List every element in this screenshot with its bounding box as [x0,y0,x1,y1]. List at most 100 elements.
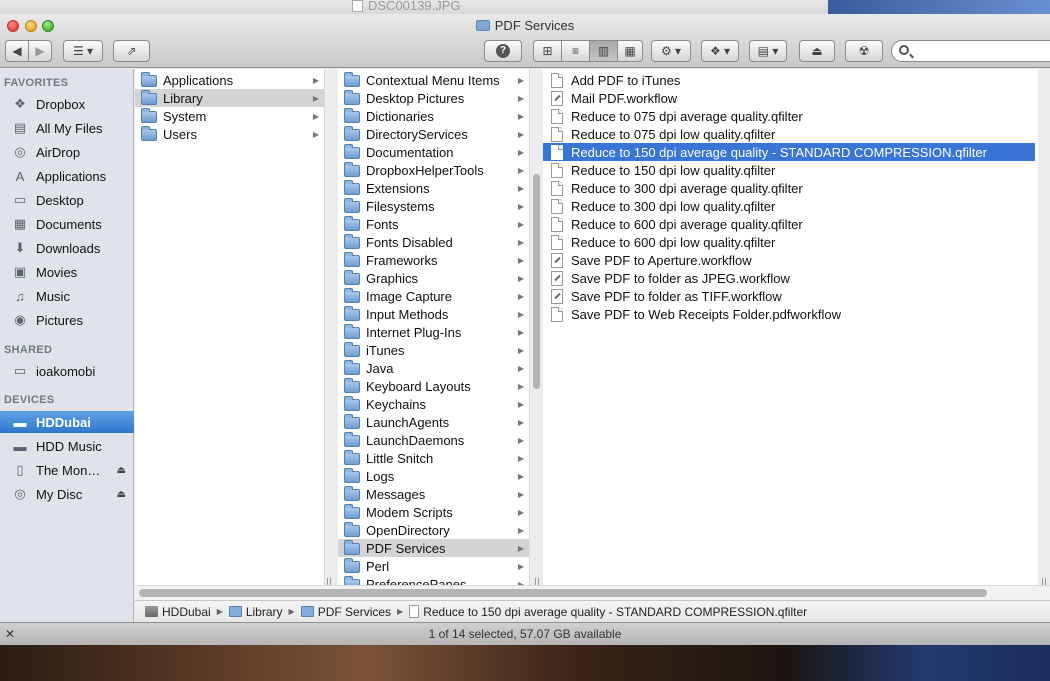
breadcrumb-library[interactable]: Library [228,605,283,619]
list-view-button[interactable]: ≡ [561,40,590,62]
arrange-menu-button[interactable]: ☰ ▾ [63,40,103,62]
list-item[interactable]: DirectoryServices ▶ [338,125,529,143]
list-item[interactable]: Extensions ▶ [338,179,529,197]
folder-icon [344,360,360,375]
share-button[interactable]: ⇗ [113,40,150,62]
disclosure-arrow-icon: ▶ [517,561,524,571]
sidebar-item-movies[interactable]: ▣ Movies [0,261,134,283]
column-3: Add PDF to iTunes Mail PDF.workflow Reduce… [543,69,1038,599]
search-field[interactable] [891,40,1050,62]
horizontal-scrollbar-thumb[interactable] [139,589,987,597]
list-item[interactable]: Filesystems ▶ [338,197,529,215]
eject-button[interactable]: ⏏ [799,40,835,62]
hard-disk-icon: ▬ [13,438,27,454]
list-item[interactable]: Library ▶ [135,89,324,107]
list-item[interactable]: Add PDF to iTunes [543,71,1035,89]
list-item[interactable]: LaunchDaemons ▶ [338,431,529,449]
list-item[interactable]: Reduce to 150 dpi average quality - STAN… [543,143,1035,161]
column-view-button[interactable]: ▥ [589,40,618,62]
eject-icon[interactable]: ⏏ [117,489,126,500]
sidebar-item-music[interactable]: ♫ Music [0,285,134,307]
sidebar-item-ioakomobi[interactable]: ▭ ioakomobi [0,360,134,382]
sidebar-item-pictures[interactable]: ◉ Pictures [0,309,134,331]
list-item[interactable]: Frameworks ▶ [338,251,529,269]
column-view-icon: ▥ [597,44,610,58]
item-label: Reduce to 300 dpi low quality.qfilter [571,198,776,214]
disclosure-arrow-icon: ▶ [517,147,524,157]
sidebar-item-the-mon[interactable]: ▯ The Mon… ⏏ [0,459,134,481]
sidebar-item-applications[interactable]: A Applications [0,165,134,187]
list-item[interactable]: Reduce to 075 dpi average quality.qfilte… [543,107,1035,125]
back-button[interactable]: ◀ [5,40,29,62]
sidebar-item-hdd-music[interactable]: ▬ HDD Music [0,435,134,457]
horizontal-scrollbar[interactable] [135,585,1050,600]
list-item[interactable]: Image Capture ▶ [338,287,529,305]
list-item[interactable]: LaunchAgents ▶ [338,413,529,431]
list-item[interactable]: Dictionaries ▶ [338,107,529,125]
list-item[interactable]: OpenDirectory ▶ [338,521,529,539]
list-item[interactable]: Fonts ▶ [338,215,529,233]
breadcrumb-pdf-services[interactable]: PDF Services [300,605,391,619]
list-item[interactable]: Internet Plug-Ins ▶ [338,323,529,341]
sidebar-item-downloads[interactable]: ⬇ Downloads [0,237,134,259]
icon-view-button[interactable]: ⊞ [533,40,562,62]
arrange-grid-button[interactable]: ▤ ▾ [749,40,787,62]
list-item[interactable]: PDF Services ▶ [338,539,529,557]
list-item[interactable]: Desktop Pictures ▶ [338,89,529,107]
list-item[interactable]: Save PDF to Aperture.workflow [543,251,1035,269]
action-menu-button[interactable]: ⚙ ▾ [651,40,691,62]
list-item[interactable]: Mail PDF.workflow [543,89,1035,107]
list-item[interactable]: DropboxHelperTools ▶ [338,161,529,179]
breadcrumb-hddubai[interactable]: HDDubai [145,605,211,619]
sidebar-item-all-my-files[interactable]: ▤ All My Files [0,117,134,139]
sidebar-item-hddubai[interactable]: ▬ HDDubai [0,411,134,433]
list-item[interactable]: Keyboard Layouts ▶ [338,377,529,395]
sidebar-item-documents[interactable]: ▦ Documents [0,213,134,235]
list-item[interactable]: Reduce to 150 dpi low quality.qfilter [543,161,1035,179]
chevron-right-icon: ▶ [216,607,223,616]
list-item[interactable]: iTunes ▶ [338,341,529,359]
sidebar-item-dropbox[interactable]: ❖ Dropbox [0,93,134,115]
list-item[interactable]: Modem Scripts ▶ [338,503,529,521]
list-item[interactable]: Reduce to 300 dpi low quality.qfilter [543,197,1035,215]
sidebar-item-label: Downloads [36,240,101,256]
list-item[interactable]: Java ▶ [338,359,529,377]
sidebar-item-my-disc[interactable]: ◎ My Disc ⏏ [0,483,134,505]
list-item[interactable]: Keychains ▶ [338,395,529,413]
list-item[interactable]: Save PDF to folder as JPEG.workflow [543,269,1035,287]
list-item[interactable]: Reduce to 300 dpi average quality.qfilte… [543,179,1035,197]
list-item[interactable]: Reduce to 600 dpi low quality.qfilter [543,233,1035,251]
list-item[interactable]: Documentation ▶ [338,143,529,161]
list-item[interactable]: Save PDF to Web Receipts Folder.pdfworkf… [543,305,1035,323]
list-item[interactable]: Messages ▶ [338,485,529,503]
sidebar-item-airdrop[interactable]: ◎ AirDrop [0,141,134,163]
list-item[interactable]: Input Methods ▶ [338,305,529,323]
list-item[interactable]: Contextual Menu Items ▶ [338,71,529,89]
list-item[interactable]: Little Snitch ▶ [338,449,529,467]
list-item[interactable]: Logs ▶ [338,467,529,485]
list-item[interactable]: Users ▶ [135,125,324,143]
help-button[interactable]: ? [484,40,522,62]
burn-button[interactable]: ☢ [845,40,883,62]
sidebar-item-desktop[interactable]: ▭ Desktop [0,189,134,211]
chevron-right-icon: ▶ [397,607,404,616]
column-2-scrollbar[interactable] [533,174,540,389]
workflow-icon [551,270,563,286]
list-item[interactable]: Graphics ▶ [338,269,529,287]
disclosure-arrow-icon: ▶ [517,327,524,337]
list-item[interactable]: Save PDF to folder as TIFF.workflow [543,287,1035,305]
forward-button[interactable]: ▶ [28,40,52,62]
dropbox-menu-button[interactable]: ❖ ▾ [701,40,739,62]
eject-icon[interactable]: ⏏ [117,465,126,476]
coverflow-view-button[interactable]: ▦ [617,40,643,62]
breadcrumb-selected-file[interactable]: Reduce to 150 dpi average quality - STAN… [409,605,807,619]
list-item[interactable]: Reduce to 075 dpi low quality.qfilter [543,125,1035,143]
documents-icon: ▦ [13,216,27,231]
folder-icon [344,306,360,321]
list-item[interactable]: Perl ▶ [338,557,529,575]
list-item[interactable]: System ▶ [135,107,324,125]
list-item[interactable]: Applications ▶ [135,71,324,89]
list-item[interactable]: Reduce to 600 dpi average quality.qfilte… [543,215,1035,233]
dropbox-icon: ❖ [14,96,26,111]
list-item[interactable]: Fonts Disabled ▶ [338,233,529,251]
